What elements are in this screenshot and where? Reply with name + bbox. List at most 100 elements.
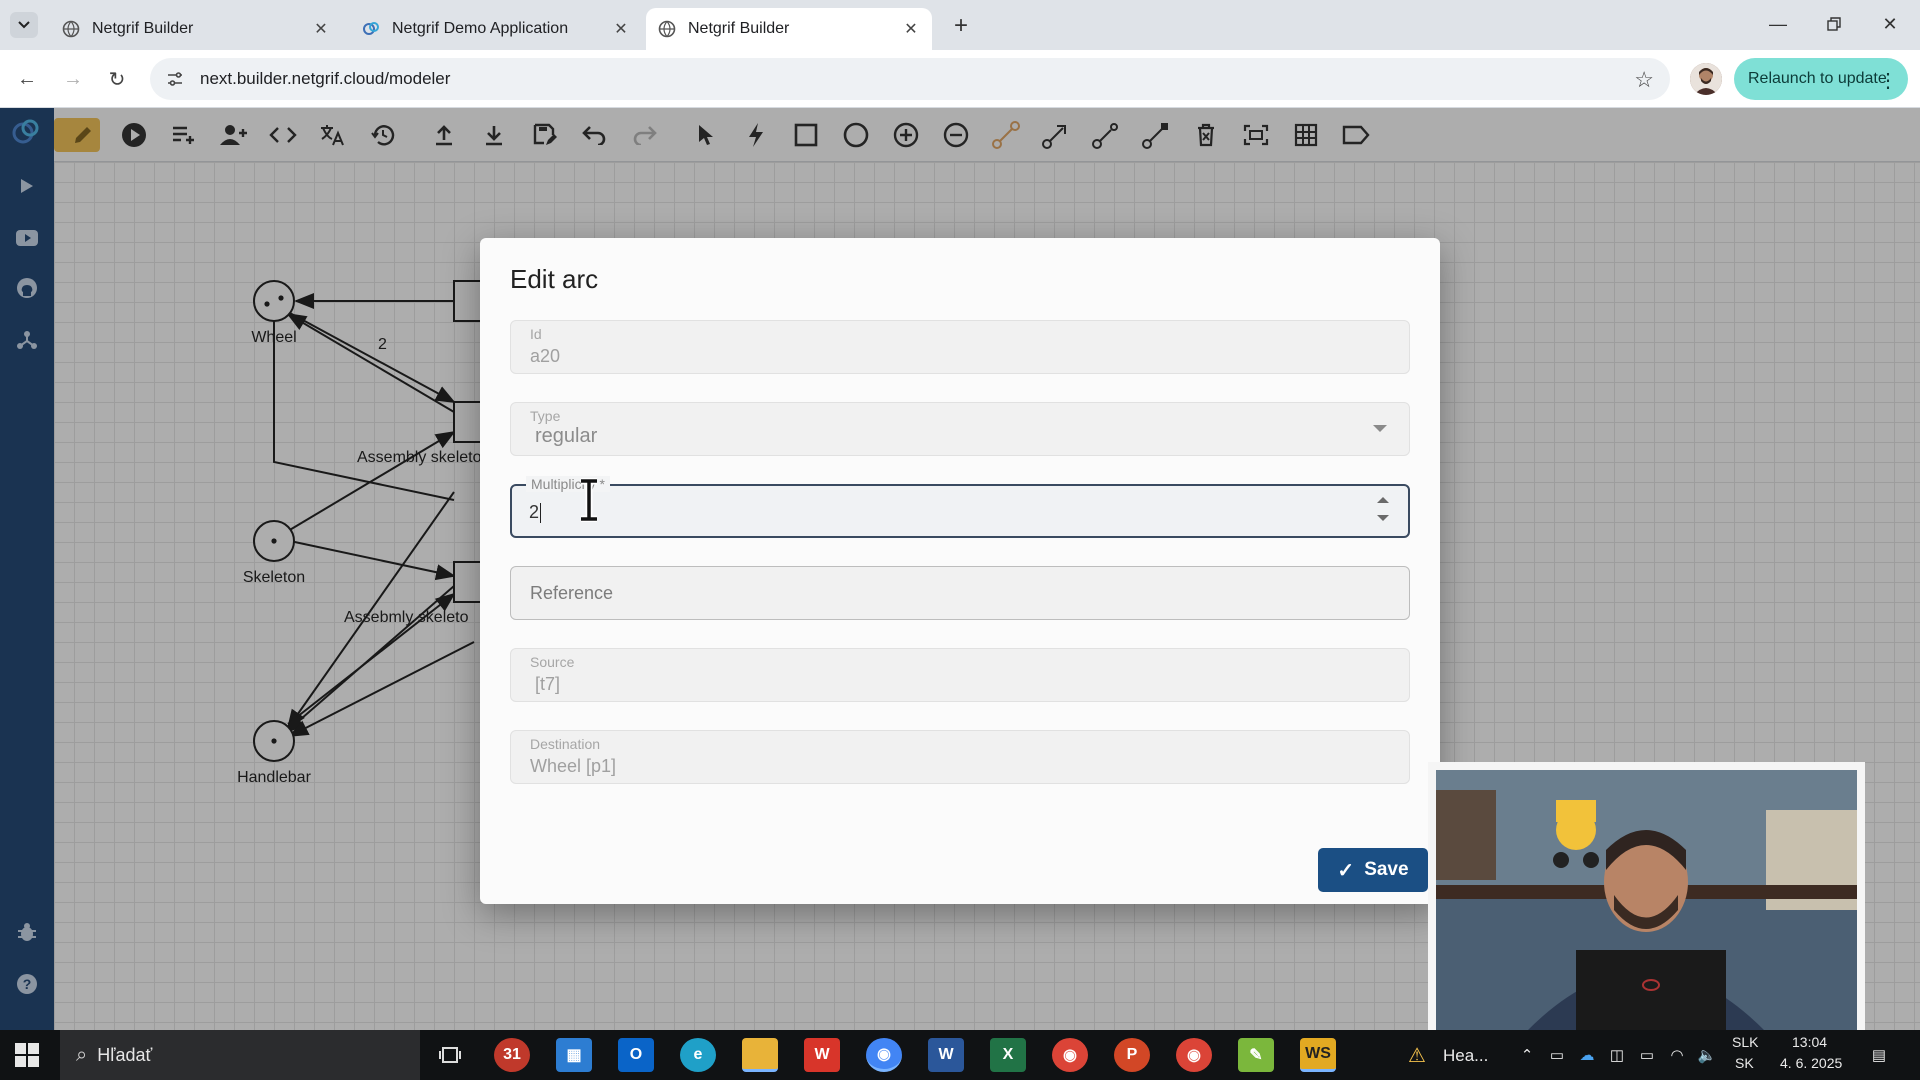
destination-label: Destination (530, 736, 601, 752)
network-icon[interactable]: ◫ (1606, 1044, 1628, 1066)
multiplicity-value-wrap: 2 (529, 502, 542, 524)
volume-icon[interactable]: 🔈 (1696, 1044, 1718, 1066)
destination-value: Wheel [p1] (530, 756, 617, 776)
browser-tab-1[interactable]: Netgrif Builder ✕ (50, 8, 342, 50)
minimize-icon: — (1769, 13, 1787, 34)
tablet-icon[interactable]: ▭ (1546, 1044, 1568, 1066)
arrow-left-icon: ← (17, 67, 37, 90)
tab-title: Netgrif Builder (688, 20, 790, 37)
source-field: Source [t7] (510, 648, 1410, 702)
minimize-window-button[interactable]: — (1755, 8, 1801, 40)
plus-icon: + (953, 12, 968, 39)
decrement-arrow-icon[interactable] (1377, 515, 1389, 521)
source-label: Source (530, 654, 575, 670)
close-icon: ✕ (1882, 13, 1898, 34)
number-spinner[interactable] (1376, 497, 1390, 525)
tab-title: Netgrif Demo Application (392, 20, 569, 37)
onedrive-icon[interactable]: ☁ (1576, 1044, 1598, 1066)
task-view-icon[interactable] (432, 1038, 468, 1072)
relaunch-to-update-button[interactable]: Relaunch to update ⋮ (1734, 58, 1908, 100)
id-label: Id (530, 326, 542, 342)
increment-arrow-icon[interactable] (1377, 497, 1389, 503)
notifications-icon[interactable]: ▤ (1868, 1044, 1890, 1066)
chevron-down-icon (18, 21, 30, 29)
type-value: regular (535, 425, 598, 447)
taskbar-search[interactable]: ⌕ Hľadať (60, 1030, 420, 1080)
new-tab-button[interactable]: + (948, 12, 974, 39)
type-label: Type (530, 408, 561, 424)
close-tab-icon[interactable]: ✕ (312, 20, 330, 38)
microsoft-store-icon[interactable]: ▦ (556, 1038, 592, 1072)
restore-icon (1827, 17, 1841, 31)
more-vert-icon[interactable]: ⋮ (1878, 68, 1898, 93)
destination-field: Destination Wheel [p1] (510, 730, 1410, 784)
save-label: Save (1364, 859, 1409, 880)
windows-taskbar: ⌕ Hľadať 31 ▦ O e W ◉ W X ◉ P ◉ ✎ WS ⚠ H… (0, 1030, 1920, 1080)
check-icon: ✓ (1337, 859, 1355, 882)
outlook-icon[interactable]: O (618, 1038, 654, 1072)
forward-button[interactable]: → (58, 64, 88, 94)
presenter-image (1436, 770, 1857, 1032)
clock-date: 4. 6. 2025 (1780, 1055, 1843, 1071)
multiplicity-value: 2 (529, 502, 540, 522)
webcam-overlay (1428, 762, 1865, 1040)
avatar-icon (1690, 63, 1722, 95)
language-top: SLK (1732, 1034, 1759, 1050)
chevron-up-icon[interactable]: ⌃ (1516, 1044, 1538, 1066)
restore-window-button[interactable] (1811, 8, 1857, 40)
bookmark-star-icon[interactable]: ☆ (1634, 67, 1654, 93)
netgrif-favicon-icon (362, 20, 380, 38)
reload-icon: ↻ (108, 68, 126, 91)
globe-icon (658, 20, 676, 38)
windows-start-button[interactable] (14, 1042, 40, 1068)
battery-icon[interactable]: ▭ (1636, 1044, 1658, 1066)
text-cursor (540, 503, 542, 524)
id-field: Id a20 (510, 320, 1410, 374)
close-tab-icon[interactable]: ✕ (902, 20, 920, 38)
save-button[interactable]: ✓ Save (1318, 848, 1428, 892)
wifi-icon[interactable]: ◠ (1666, 1044, 1688, 1066)
edge-icon[interactable]: e (680, 1038, 716, 1072)
word-icon[interactable]: W (928, 1038, 964, 1072)
excel-icon[interactable]: X (990, 1038, 1026, 1072)
reload-button[interactable]: ↻ (102, 64, 132, 94)
close-window-button[interactable]: ✕ (1867, 8, 1913, 40)
language-bottom: SK (1735, 1055, 1754, 1071)
dialog-title: Edit arc (510, 264, 599, 294)
browser-tab-2[interactable]: Netgrif Demo Application ✕ (350, 8, 642, 50)
search-placeholder: Hľadať (97, 1044, 153, 1065)
type-select[interactable]: Type regular (510, 402, 1410, 456)
powerpoint-icon[interactable]: P (1114, 1038, 1150, 1072)
reference-placeholder: Reference (530, 583, 614, 603)
calendar-app-icon[interactable]: 31 (494, 1038, 530, 1072)
dropdown-arrow-icon (1373, 425, 1387, 432)
windows-logo-icon (15, 1043, 39, 1067)
text-ibeam-cursor-icon (581, 478, 597, 522)
chrome-icon[interactable]: ◉ (1176, 1038, 1212, 1072)
wps-office-icon[interactable]: W (804, 1038, 840, 1072)
warning-icon[interactable]: ⚠ (1406, 1044, 1428, 1067)
reference-input[interactable]: Reference (510, 566, 1410, 620)
close-tab-icon[interactable]: ✕ (612, 20, 630, 38)
back-button[interactable]: ← (12, 64, 42, 94)
file-explorer-icon[interactable] (742, 1038, 778, 1072)
notepad-plus-icon[interactable]: ✎ (1238, 1038, 1274, 1072)
profile-avatar[interactable] (1690, 63, 1722, 95)
url-text: next.builder.netgrif.cloud/modeler (200, 69, 451, 88)
multiplicity-input[interactable]: Multiplicity * 2 (510, 476, 1410, 538)
chrome-icon[interactable]: ◉ (866, 1038, 902, 1072)
arrow-right-icon: → (63, 67, 83, 90)
globe-icon (62, 20, 80, 38)
browser-tab-bar: Netgrif Builder ✕ Netgrif Demo Applicati… (0, 0, 1920, 50)
id-value: a20 (530, 346, 561, 366)
browser-address-bar: ← → ↻ next.builder.netgrif.cloud/modeler… (0, 50, 1920, 108)
site-settings-icon[interactable] (164, 68, 186, 90)
webstorm-icon[interactable]: WS (1300, 1038, 1336, 1072)
weather-text: Hea... (1443, 1046, 1489, 1065)
edit-arc-dialog: Edit arc Id a20 Type regular Multiplicit… (480, 238, 1440, 904)
browser-tab-3-active[interactable]: Netgrif Builder ✕ (646, 8, 932, 50)
omnibox[interactable]: next.builder.netgrif.cloud/modeler ☆ (150, 58, 1670, 100)
chrome-icon[interactable]: ◉ (1052, 1038, 1088, 1072)
webcam-video (1436, 770, 1857, 1032)
tab-search-button[interactable] (10, 12, 38, 38)
